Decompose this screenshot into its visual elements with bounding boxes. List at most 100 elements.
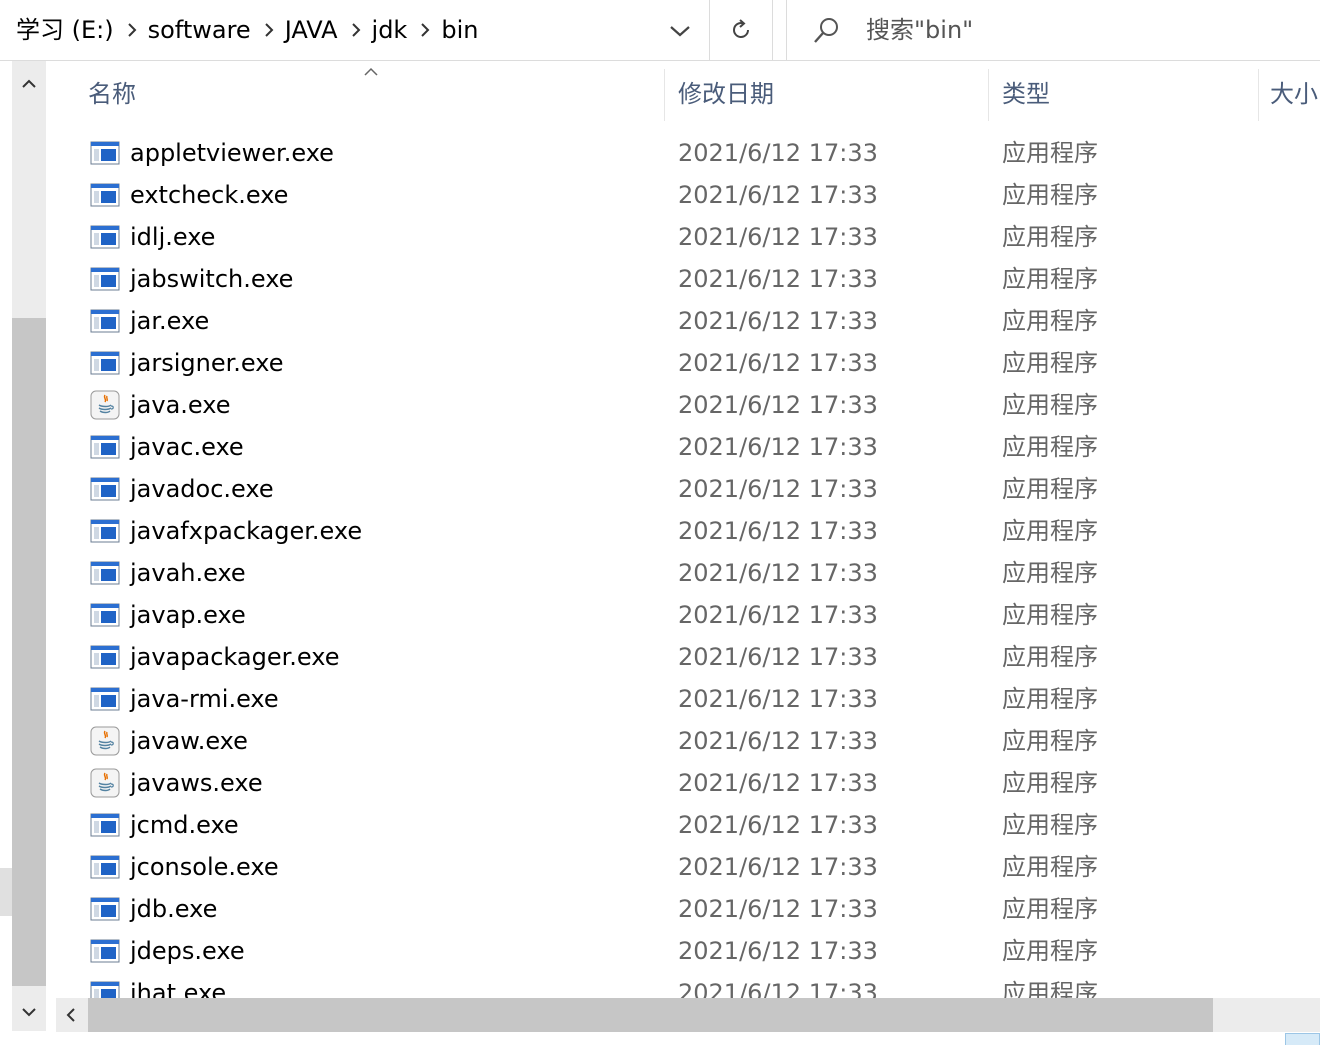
file-type: 应用程序 bbox=[1002, 727, 1098, 755]
file-type: 应用程序 bbox=[1002, 853, 1098, 881]
file-modified-date: 2021/6/12 17:33 bbox=[678, 265, 878, 293]
exe-window-icon bbox=[90, 684, 120, 714]
column-header-bar: 名称 修改日期 类型 大小 bbox=[56, 61, 1320, 121]
exe-window-icon bbox=[90, 852, 120, 882]
file-row[interactable]: jabswitch.exe 2021/6/12 17:33 应用程序 bbox=[56, 258, 1320, 300]
file-modified-date: 2021/6/12 17:33 bbox=[678, 307, 878, 335]
column-divider[interactable] bbox=[1258, 69, 1259, 121]
file-name: java-rmi.exe bbox=[130, 685, 279, 713]
file-name: appletviewer.exe bbox=[130, 139, 334, 167]
scroll-up-button[interactable] bbox=[12, 61, 46, 113]
file-row[interactable]: appletviewer.exe 2021/6/12 17:33 应用程序 bbox=[56, 132, 1320, 174]
search-input[interactable]: 搜索"bin" bbox=[786, 0, 1320, 60]
breadcrumb-drive[interactable]: 学习 (E:) bbox=[0, 0, 122, 60]
file-list: appletviewer.exe 2021/6/12 17:33 应用程序 extch… bbox=[56, 132, 1320, 998]
column-header-size[interactable]: 大小 bbox=[1270, 61, 1318, 121]
file-row[interactable]: javadoc.exe 2021/6/12 17:33 应用程序 bbox=[56, 468, 1320, 510]
file-row[interactable]: jar.exe 2021/6/12 17:33 应用程序 bbox=[56, 300, 1320, 342]
chevron-right-icon[interactable] bbox=[346, 0, 364, 60]
file-modified-date: 2021/6/12 17:33 bbox=[678, 937, 878, 965]
java-coffee-icon bbox=[90, 768, 120, 798]
file-row[interactable]: jhat.exe 2021/6/12 17:33 应用程序 bbox=[56, 972, 1320, 998]
breadcrumb-software[interactable]: software bbox=[140, 0, 259, 60]
exe-window-icon bbox=[90, 600, 120, 630]
file-type: 应用程序 bbox=[1002, 937, 1098, 965]
file-row[interactable]: javaw.exe 2021/6/12 17:33 应用程序 bbox=[56, 720, 1320, 762]
file-type: 应用程序 bbox=[1002, 601, 1098, 629]
address-bar: 学习 (E:) software JAVA jdk bin 搜索"bin" bbox=[0, 0, 1320, 61]
file-name: jar.exe bbox=[130, 307, 210, 335]
breadcrumb-bin[interactable]: bin bbox=[433, 0, 486, 60]
vertical-scrollbar-thumb[interactable] bbox=[12, 318, 46, 986]
file-row[interactable]: jdb.exe 2021/6/12 17:33 应用程序 bbox=[56, 888, 1320, 930]
exe-window-icon bbox=[90, 222, 120, 252]
column-divider[interactable] bbox=[988, 69, 989, 121]
file-modified-date: 2021/6/12 17:33 bbox=[678, 853, 878, 881]
file-type: 应用程序 bbox=[1002, 811, 1098, 839]
exe-window-icon bbox=[90, 978, 120, 998]
chevron-down-icon bbox=[670, 26, 690, 37]
java-coffee-icon bbox=[90, 390, 120, 420]
exe-window-icon bbox=[90, 810, 120, 840]
search-icon bbox=[814, 18, 838, 43]
horizontal-scrollbar-thumb[interactable] bbox=[88, 998, 1213, 1032]
scroll-down-button[interactable] bbox=[12, 993, 46, 1033]
address-history-dropdown[interactable] bbox=[652, 0, 708, 60]
file-name: javac.exe bbox=[130, 433, 244, 461]
file-name: jconsole.exe bbox=[130, 853, 279, 881]
exe-window-icon bbox=[90, 348, 120, 378]
file-modified-date: 2021/6/12 17:33 bbox=[678, 769, 878, 797]
breadcrumb: 学习 (E:) software JAVA jdk bin bbox=[0, 0, 708, 60]
file-row[interactable]: javaws.exe 2021/6/12 17:33 应用程序 bbox=[56, 762, 1320, 804]
file-row[interactable]: javah.exe 2021/6/12 17:33 应用程序 bbox=[56, 552, 1320, 594]
file-modified-date: 2021/6/12 17:33 bbox=[678, 139, 878, 167]
file-row[interactable]: jarsigner.exe 2021/6/12 17:33 应用程序 bbox=[56, 342, 1320, 384]
scroll-left-button[interactable] bbox=[56, 998, 88, 1032]
file-name: javaws.exe bbox=[130, 769, 263, 797]
file-type: 应用程序 bbox=[1002, 895, 1098, 923]
chevron-right-icon[interactable] bbox=[122, 0, 140, 60]
file-type: 应用程序 bbox=[1002, 349, 1098, 377]
file-row[interactable]: extcheck.exe 2021/6/12 17:33 应用程序 bbox=[56, 174, 1320, 216]
column-header-type[interactable]: 类型 bbox=[1002, 61, 1050, 121]
sort-ascending-icon bbox=[364, 67, 378, 76]
file-name: javah.exe bbox=[130, 559, 246, 587]
file-type: 应用程序 bbox=[1002, 769, 1098, 797]
chevron-right-icon[interactable] bbox=[415, 0, 433, 60]
file-row[interactable]: jconsole.exe 2021/6/12 17:33 应用程序 bbox=[56, 846, 1320, 888]
breadcrumb-java[interactable]: JAVA bbox=[277, 0, 346, 60]
file-modified-date: 2021/6/12 17:33 bbox=[678, 601, 878, 629]
file-type: 应用程序 bbox=[1002, 223, 1098, 251]
chevron-right-icon[interactable] bbox=[259, 0, 277, 60]
file-name: java.exe bbox=[130, 391, 231, 419]
file-modified-date: 2021/6/12 17:33 bbox=[678, 559, 878, 587]
navigation-pane-scroll-mark bbox=[0, 868, 12, 916]
file-row[interactable]: jdeps.exe 2021/6/12 17:33 应用程序 bbox=[56, 930, 1320, 972]
file-type: 应用程序 bbox=[1002, 265, 1098, 293]
file-row[interactable]: javac.exe 2021/6/12 17:33 应用程序 bbox=[56, 426, 1320, 468]
file-row[interactable]: javap.exe 2021/6/12 17:33 应用程序 bbox=[56, 594, 1320, 636]
file-row[interactable]: jcmd.exe 2021/6/12 17:33 应用程序 bbox=[56, 804, 1320, 846]
view-toggle-icon[interactable] bbox=[1285, 1033, 1320, 1045]
file-modified-date: 2021/6/12 17:33 bbox=[678, 685, 878, 713]
file-name: javap.exe bbox=[130, 601, 246, 629]
file-row[interactable]: javapackager.exe 2021/6/12 17:33 应用程序 bbox=[56, 636, 1320, 678]
column-header-name[interactable]: 名称 bbox=[88, 61, 136, 121]
file-row[interactable]: java.exe 2021/6/12 17:33 应用程序 bbox=[56, 384, 1320, 426]
file-row[interactable]: javafxpackager.exe 2021/6/12 17:33 应用程序 bbox=[56, 510, 1320, 552]
chevron-down-icon bbox=[22, 1008, 36, 1017]
column-header-modified[interactable]: 修改日期 bbox=[678, 61, 774, 121]
file-modified-date: 2021/6/12 17:33 bbox=[678, 433, 878, 461]
chevron-up-icon bbox=[22, 79, 36, 88]
column-divider[interactable] bbox=[664, 69, 665, 121]
file-row[interactable]: idlj.exe 2021/6/12 17:33 应用程序 bbox=[56, 216, 1320, 258]
file-type: 应用程序 bbox=[1002, 685, 1098, 713]
refresh-button[interactable] bbox=[709, 0, 773, 60]
file-name: javapackager.exe bbox=[130, 643, 340, 671]
exe-window-icon bbox=[90, 516, 120, 546]
file-modified-date: 2021/6/12 17:33 bbox=[678, 475, 878, 503]
file-row[interactable]: java-rmi.exe 2021/6/12 17:33 应用程序 bbox=[56, 678, 1320, 720]
breadcrumb-jdk[interactable]: jdk bbox=[364, 0, 416, 60]
exe-window-icon bbox=[90, 264, 120, 294]
java-coffee-icon bbox=[90, 726, 120, 756]
